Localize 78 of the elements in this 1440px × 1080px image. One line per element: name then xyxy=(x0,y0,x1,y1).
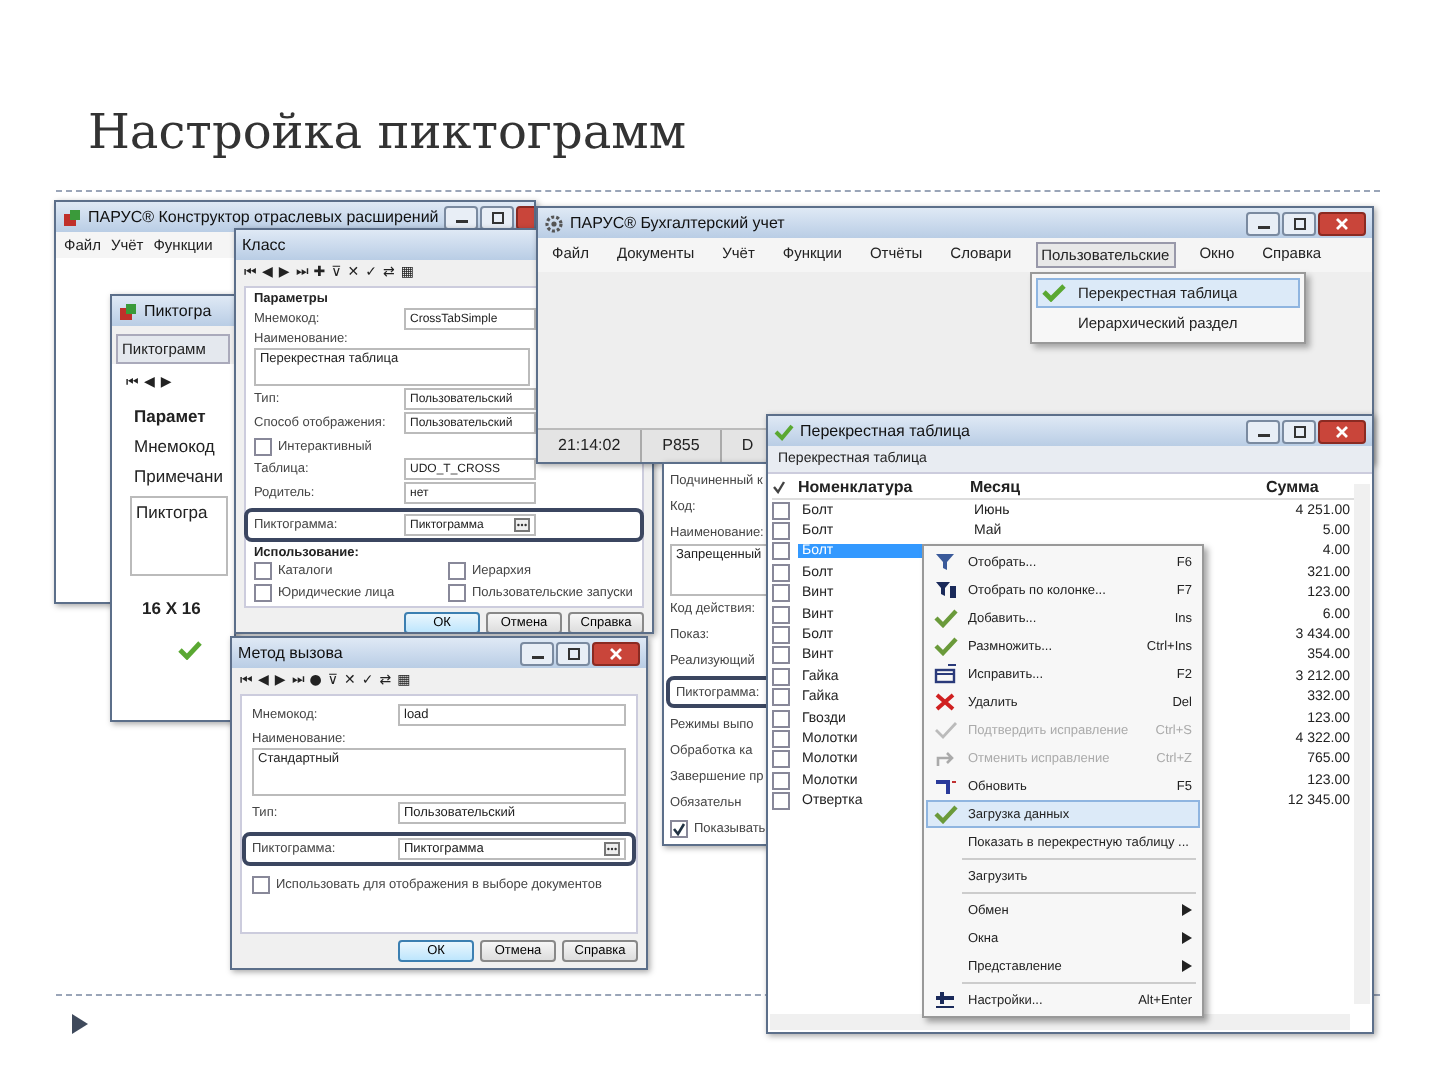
table-edit-icon xyxy=(934,664,958,684)
window-title: Метод вызова xyxy=(238,644,343,662)
checkbox[interactable] xyxy=(772,792,790,811)
ellipsis-icon xyxy=(514,518,530,532)
size-label: 16 X 16 xyxy=(142,598,203,618)
maximize-icon xyxy=(1291,425,1307,437)
gear-icon xyxy=(544,213,564,233)
funnel-icon xyxy=(934,552,958,572)
checkbox[interactable] xyxy=(772,605,790,624)
text-area[interactable]: Пиктогра xyxy=(130,496,228,576)
maximize-button[interactable] xyxy=(556,641,590,665)
window-title: Пиктогра xyxy=(144,302,212,320)
funnel-icon xyxy=(934,580,958,600)
checkbox[interactable] xyxy=(254,562,272,580)
checkbox[interactable] xyxy=(772,771,790,790)
checkbox[interactable] xyxy=(772,750,790,769)
minimize-button[interactable] xyxy=(1246,211,1280,235)
cross-icon xyxy=(934,692,958,712)
maximize-icon xyxy=(1291,217,1307,229)
status-cell: 21:14:02 xyxy=(538,430,643,462)
submenu-arrow-icon xyxy=(1182,960,1192,972)
close-button[interactable] xyxy=(592,641,640,665)
column-header[interactable]: Месяц xyxy=(970,477,1170,495)
slide-title: Настройка пиктограмм xyxy=(88,104,687,160)
minimize-button[interactable] xyxy=(520,641,554,665)
close-icon xyxy=(608,647,624,659)
window-title: Класс xyxy=(242,236,286,254)
checkbox[interactable] xyxy=(254,437,272,455)
column-header[interactable]: Сумма xyxy=(1266,477,1346,495)
check-icon xyxy=(178,640,202,660)
maximize-button[interactable] xyxy=(1282,419,1316,443)
close-icon xyxy=(1334,425,1350,437)
checkbox[interactable] xyxy=(772,584,790,603)
window-title: ПАРУС® Конструктор отраслевых расширений xyxy=(88,208,439,226)
field-label: Примечани xyxy=(134,466,225,486)
ellipsis-icon xyxy=(604,842,620,856)
scrollbar[interactable] xyxy=(1354,484,1370,1004)
checkbox[interactable] xyxy=(772,709,790,728)
checkbox[interactable] xyxy=(254,584,272,602)
minimize-button[interactable] xyxy=(1246,419,1280,443)
bullet-icon xyxy=(70,1012,90,1036)
arrow-icon xyxy=(934,748,958,768)
checkbox[interactable] xyxy=(772,688,790,707)
check-icon xyxy=(774,421,794,441)
checkbox[interactable] xyxy=(772,646,790,665)
check-icon xyxy=(772,479,786,493)
maximize-button[interactable] xyxy=(1282,211,1316,235)
check-icon xyxy=(934,608,958,628)
close-button[interactable] xyxy=(1318,419,1366,443)
field-label: Мнемокод xyxy=(134,436,217,456)
check-icon xyxy=(1042,284,1066,302)
window-title: Перекрестная таблица xyxy=(800,422,970,440)
check-icon xyxy=(934,636,958,656)
checkbox[interactable] xyxy=(448,562,466,580)
checkbox[interactable] xyxy=(772,522,790,541)
submenu-arrow-icon xyxy=(1182,932,1192,944)
checkbox[interactable] xyxy=(772,501,790,520)
maximize-button[interactable] xyxy=(480,205,515,229)
checkbox[interactable] xyxy=(772,626,790,645)
close-icon xyxy=(1334,217,1350,229)
checkbox[interactable] xyxy=(252,875,270,893)
checkbox[interactable] xyxy=(448,584,466,602)
checkbox[interactable] xyxy=(772,729,790,748)
app-icon xyxy=(118,301,138,321)
checkbox[interactable] xyxy=(772,542,790,561)
minimize-button[interactable] xyxy=(444,205,479,229)
maximize-icon xyxy=(565,647,581,659)
window-title: ПАРУС® Бухгалтерский учет xyxy=(570,214,785,232)
check-icon xyxy=(934,804,958,824)
check-icon xyxy=(934,720,958,740)
group-title: Парамет xyxy=(134,406,208,426)
app-icon xyxy=(62,207,82,227)
checkbox[interactable] xyxy=(772,563,790,582)
close-button[interactable] xyxy=(1318,211,1366,235)
submenu-arrow-icon xyxy=(1182,904,1192,916)
checkbox[interactable] xyxy=(772,667,790,686)
column-header[interactable]: Номенклатура xyxy=(794,477,922,495)
maximize-icon xyxy=(489,211,506,223)
